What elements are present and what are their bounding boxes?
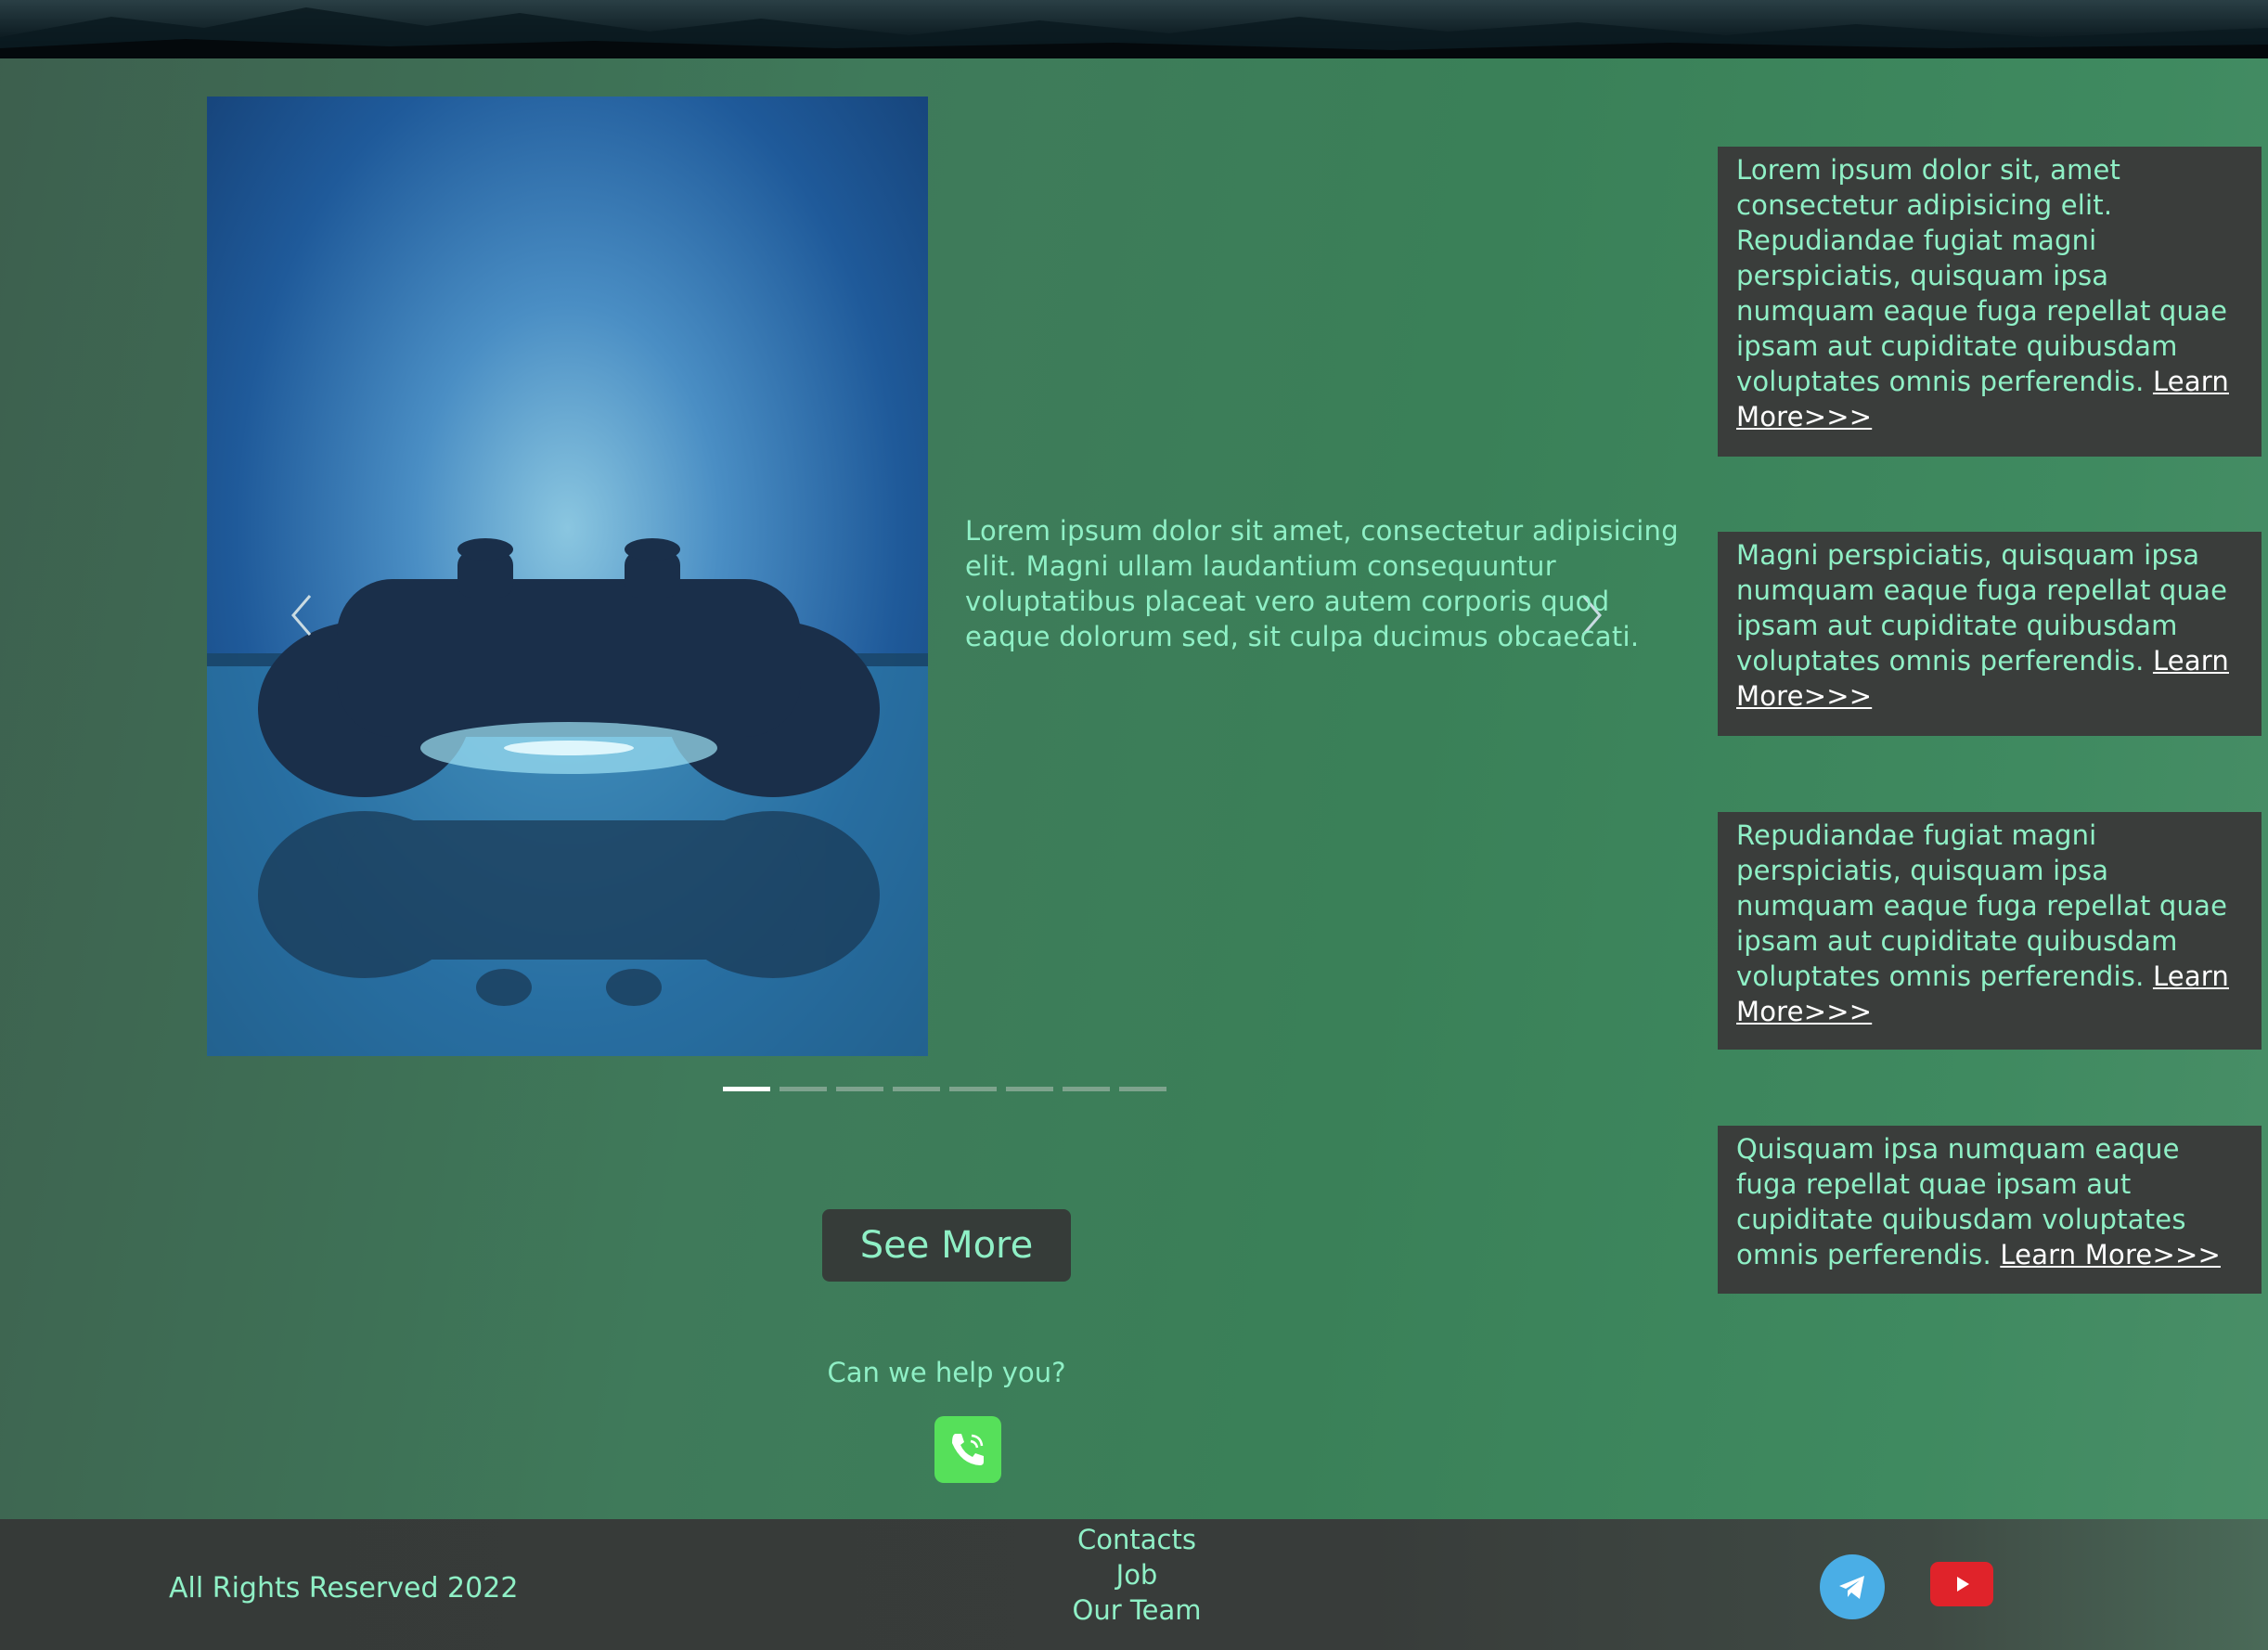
telegram-link[interactable] — [1820, 1554, 1885, 1619]
footer-link-job[interactable]: Job — [1021, 1557, 1253, 1592]
info-card: Quisquam ipsa numquam eaque fuga repella… — [1718, 1126, 2262, 1294]
see-more-button[interactable]: See More — [822, 1209, 1071, 1282]
carousel-prev-button[interactable] — [278, 583, 325, 648]
carousel-indicator[interactable] — [893, 1087, 940, 1091]
info-card: Repudiandae fugiat magni perspiciatis, q… — [1718, 812, 2262, 1050]
header-banner-image — [0, 0, 2268, 58]
info-card: Magni perspiciatis, quisquam ipsa numqua… — [1718, 532, 2262, 736]
youtube-link[interactable] — [1930, 1562, 1993, 1606]
youtube-icon — [1957, 1577, 1969, 1592]
learn-more-link[interactable]: Learn More>>> — [2000, 1239, 2221, 1270]
info-card: Lorem ipsum dolor sit, amet consectetur … — [1718, 147, 2262, 457]
phone-icon — [952, 1434, 984, 1465]
call-button[interactable] — [934, 1416, 1001, 1483]
carousel-indicator[interactable] — [723, 1087, 770, 1091]
carousel-indicator[interactable] — [1006, 1087, 1053, 1091]
telegram-icon — [1839, 1576, 1864, 1599]
footer-link-our-team[interactable]: Our Team — [1021, 1592, 1253, 1628]
carousel-slide-image — [207, 97, 928, 1056]
carousel-indicator[interactable] — [780, 1087, 827, 1091]
footer: All Rights Reserved 2022 Contacts Job Ou… — [0, 1519, 2268, 1650]
chevron-left-icon — [291, 595, 312, 636]
carousel-indicators — [723, 1087, 1166, 1091]
carousel-indicator[interactable] — [836, 1087, 883, 1091]
carousel-indicator[interactable] — [1063, 1087, 1110, 1091]
info-card-text: Lorem ipsum dolor sit, amet consectetur … — [1736, 154, 2228, 397]
carousel-indicator[interactable] — [1119, 1087, 1166, 1091]
footer-nav: Contacts Job Our Team — [1021, 1522, 1253, 1628]
carousel-indicator[interactable] — [949, 1087, 997, 1091]
carousel-caption: Lorem ipsum dolor sit amet, consectetur … — [965, 515, 1679, 652]
copyright-text: All Rights Reserved 2022 — [169, 1572, 519, 1605]
help-prompt: Can we help you? — [827, 1357, 1066, 1388]
footer-link-contacts[interactable]: Contacts — [1021, 1522, 1253, 1557]
